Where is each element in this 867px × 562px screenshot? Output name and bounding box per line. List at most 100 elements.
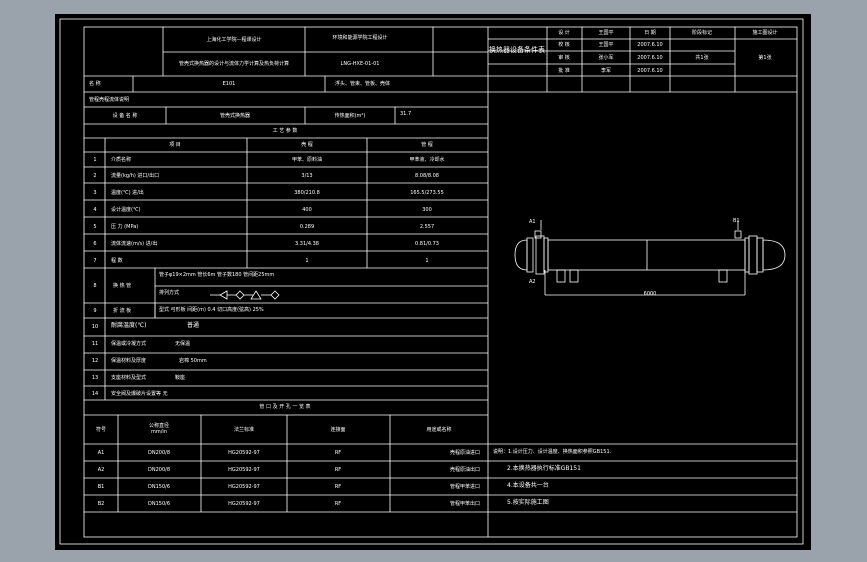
nozzle-3-std: HG20592-97 xyxy=(228,484,260,490)
nozzle-3-face: RF xyxy=(334,484,342,490)
nozzle-4-face: RF xyxy=(334,501,342,507)
design-stage: 施工图设计 xyxy=(752,30,778,36)
tube-row-label: 换 热 管 xyxy=(113,283,132,289)
extra-row-10-value: 普通 xyxy=(187,322,200,329)
row-2-shell: 3/13 xyxy=(301,173,313,179)
inner-frame xyxy=(83,26,798,538)
tube-spec: 管子φ19×2mm 管长6m 管子数180 管间距25mm xyxy=(159,272,275,278)
nozzle-table-title: 管 口 及 开 孔 一 览 表 xyxy=(259,404,311,410)
sign-name-4: 李军 xyxy=(600,68,612,74)
nozzle-col-use: 用途或名称 xyxy=(426,427,452,433)
nozzle-2-use: 壳程原油出口 xyxy=(449,467,481,473)
sign-date-2: 2007.6.10 xyxy=(637,42,663,48)
row-7-item: 程 数 xyxy=(111,258,123,264)
note-1: 说明：1.设计压力、设计温度、换热面积参照GB151. xyxy=(493,449,612,455)
name-label: 设 备 名 称 xyxy=(112,113,138,119)
sign-role-4: 批 准 xyxy=(558,68,570,74)
nozzle-label-a2: A2 xyxy=(529,279,536,285)
extra-row-12-label: 保温材料及厚度 xyxy=(111,358,147,364)
nozzle-3-code: B1 xyxy=(97,484,105,490)
outer-frame xyxy=(59,18,804,545)
extra-row-10-no: 10 xyxy=(91,324,99,330)
nozzle-2-dn: DN200/8 xyxy=(148,467,170,473)
row-5-item: 压 力 (MPa) xyxy=(111,224,139,230)
row-3-shell: 380/210.8 xyxy=(294,190,320,196)
note-4: 5.按实际施工图 xyxy=(507,499,549,506)
extra-row-11-label: 保温或冷凝方式 xyxy=(111,341,147,347)
extra-row-14-label: 安全阀及爆破片设置等 无 xyxy=(111,391,168,397)
nozzle-4-std: HG20592-97 xyxy=(228,501,260,507)
extra-row-11-no: 11 xyxy=(91,341,99,347)
row-5-no: 5 xyxy=(93,224,97,230)
row-3-item: 温度(℃) 进/出 xyxy=(111,190,144,196)
date-header: 日 期 xyxy=(644,30,656,36)
stage-label: 阶段标记 xyxy=(691,30,713,36)
company-name: 上海化工学院—程课设计 xyxy=(206,37,262,43)
project-name: 环境和能源学院工程设计 xyxy=(332,35,388,41)
nozzle-1-std: HG20592-97 xyxy=(228,450,260,456)
nozzle-4-code: B2 xyxy=(97,501,105,507)
section-title: 工 艺 参 数 xyxy=(272,128,298,134)
extra-row-13-no: 13 xyxy=(91,375,99,381)
nozzle-label-b1: B1 xyxy=(733,218,740,224)
nozzle-col-std: 法兰标准 xyxy=(233,427,255,433)
length-dimension: 6000 xyxy=(643,291,657,297)
row-1-tube: 甲苯液、冷却水 xyxy=(409,157,445,163)
row-5-tube: 2.557 xyxy=(419,224,435,230)
nozzle-4-use: 管程甲苯出口 xyxy=(449,501,481,507)
nozzle-2-face: RF xyxy=(334,467,342,473)
row-1-item: 介质名称 xyxy=(111,157,132,163)
sign-name-3: 张小军 xyxy=(598,55,614,61)
sign-date-4: 2007.6.10 xyxy=(637,68,663,74)
equipment-description: 管壳式换热器的设计与流体力学计算及热负荷计算 xyxy=(178,61,290,67)
row-7-shell: 1 xyxy=(305,258,309,264)
nozzle-1-dn: DN200/8 xyxy=(148,450,170,456)
col-tube: 管 程 xyxy=(421,142,433,148)
device-label: 名 称 xyxy=(89,81,101,87)
baffle-row-label: 折 流 板 xyxy=(113,308,132,314)
row-4-shell: 400 xyxy=(302,207,312,213)
sign-role-1: 设 计 xyxy=(558,30,570,36)
cad-viewport[interactable]: 上海化工学院—程课设计 环境和能源学院工程设计 管壳式换热器的设计与流体力学计算… xyxy=(55,14,811,550)
nozzle-3-dn: DN150/6 xyxy=(148,484,170,490)
sheet-count: 共1张 xyxy=(695,55,709,61)
row-6-no: 6 xyxy=(93,241,97,247)
row-7-tube: 1 xyxy=(425,258,429,264)
extra-row-14-no: 14 xyxy=(91,391,99,397)
device-note: 浮头、管束、管板、壳体 xyxy=(335,81,391,87)
baffle-row-no: 9 xyxy=(93,308,97,314)
baffle-spec: 型式 弓形板 间距(m) 0.4 切口高度(弦高) 25% xyxy=(159,307,264,313)
nozzle-4-dn: DN150/6 xyxy=(148,501,170,507)
name-value: 管壳式换热器 xyxy=(219,113,251,119)
sign-name-1: 王国平 xyxy=(598,30,614,36)
row-3-no: 3 xyxy=(93,190,97,196)
col-shell: 壳 程 xyxy=(301,142,313,148)
extra-row-11-value: 无保温 xyxy=(175,341,191,347)
row-6-shell: 3.31/4.38 xyxy=(295,241,319,247)
extra-row-13-value: 鞍座 xyxy=(175,375,186,381)
row-6-tube: 0.81/0.73 xyxy=(415,241,439,247)
drawing-number: LNG-HXE-01-01 xyxy=(340,61,380,67)
nozzle-1-use: 壳程原油进口 xyxy=(449,450,481,456)
row-3-tube: 165.5/273.55 xyxy=(410,190,444,196)
tube-layout-label: 排列方式 xyxy=(159,290,180,296)
nozzle-col-face: 连接面 xyxy=(330,427,346,433)
row-7-no: 7 xyxy=(93,258,97,264)
note-3: 4.本设备共一台 xyxy=(507,482,549,489)
row-4-item: 设计温度(℃) xyxy=(111,207,141,213)
extra-row-13-label: 支座材料及型式 xyxy=(111,375,147,381)
nozzle-1-code: A1 xyxy=(97,450,105,456)
tube-layout-symbols xyxy=(210,290,280,300)
sign-role-2: 校 核 xyxy=(558,42,570,48)
device-value: E101 xyxy=(222,81,236,87)
exchanger-sketch xyxy=(514,220,786,296)
col-item: 项 目 xyxy=(169,142,181,148)
row-6-item: 流体流速(m/s) 进/出 xyxy=(111,241,158,247)
area-label: 传热面积(m²) xyxy=(334,113,366,119)
row-1-no: 1 xyxy=(93,157,97,163)
row-5-shell: 0.289 xyxy=(299,224,315,230)
sign-name-2: 王国平 xyxy=(598,42,614,48)
nozzle-1-face: RF xyxy=(334,450,342,456)
area-value: 31.7 xyxy=(400,111,412,117)
row-1-shell: 甲苯、原料油 xyxy=(291,157,323,163)
